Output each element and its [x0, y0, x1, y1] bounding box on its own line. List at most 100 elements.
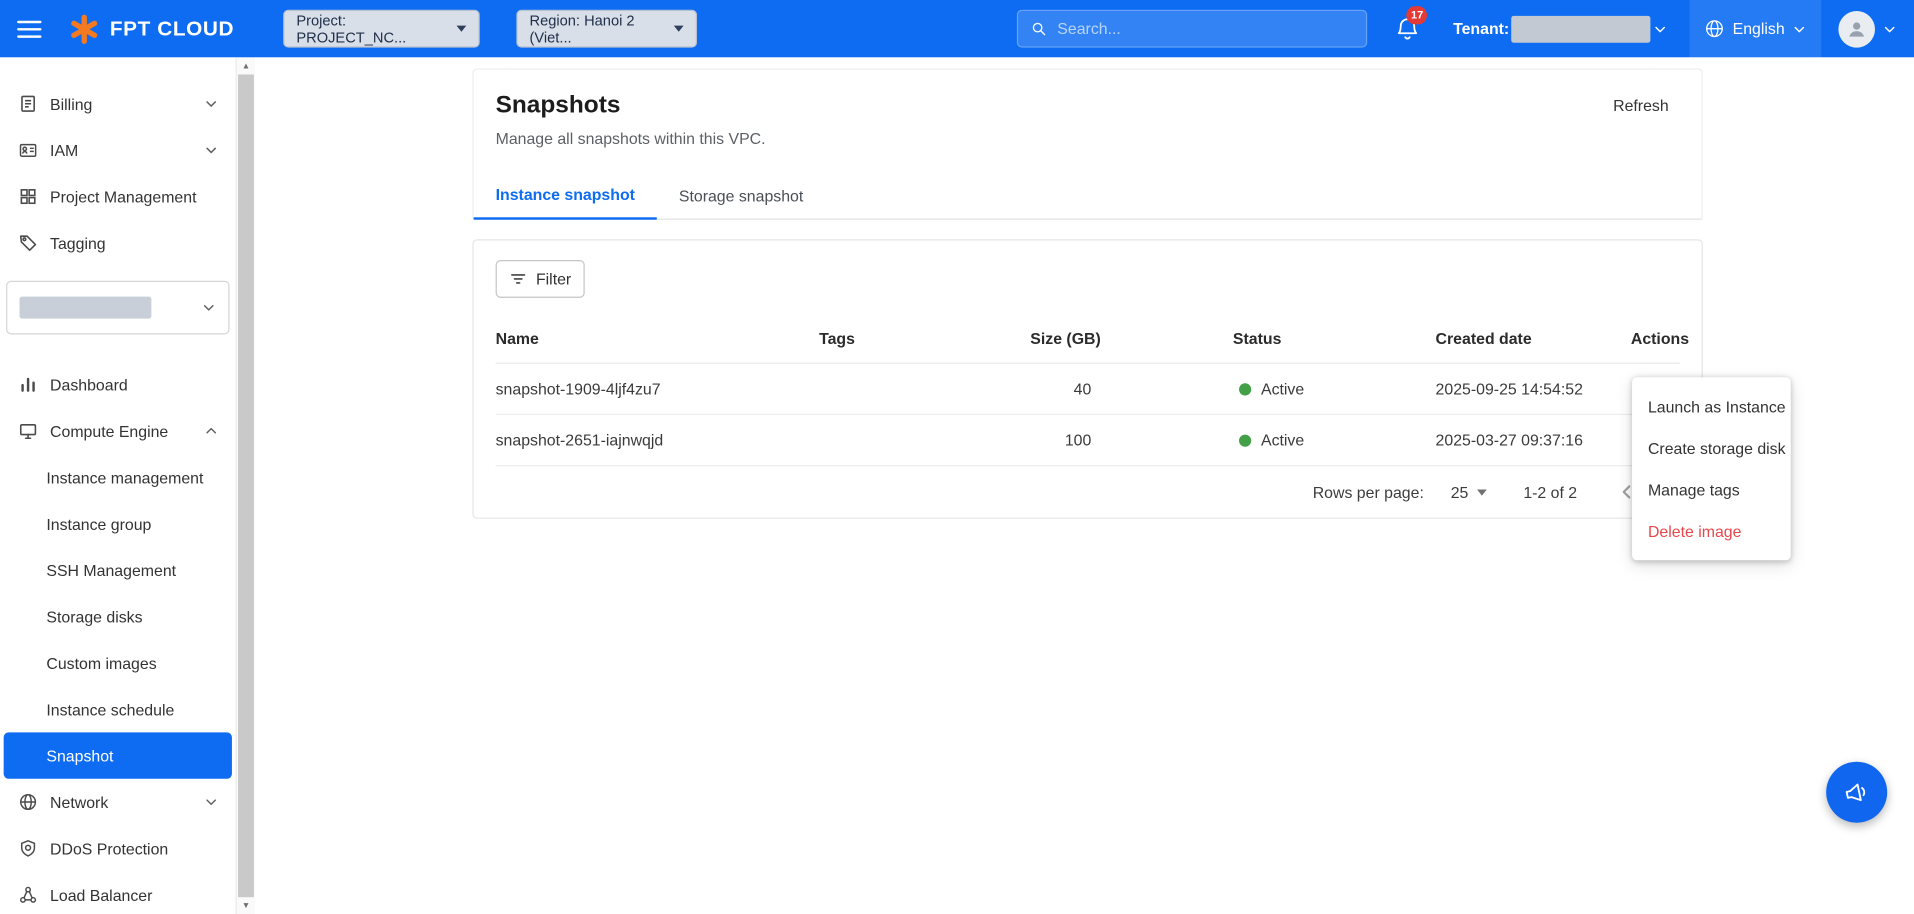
sidebar-item-instance-group[interactable]: Instance group: [0, 500, 236, 546]
network-icon: [17, 792, 38, 813]
sidebar-scrollbar[interactable]: ▲ ▼: [236, 57, 256, 914]
chevron-down-icon: [1792, 21, 1807, 36]
user-icon: [1846, 18, 1868, 40]
menu-item-create-storage-disk[interactable]: Create storage disk: [1632, 427, 1791, 469]
logo[interactable]: FPT CLOUD: [68, 13, 234, 45]
sidebar-item-instance-management[interactable]: Instance management: [0, 454, 236, 500]
search-box[interactable]: [1017, 10, 1367, 48]
avatar: [1838, 10, 1875, 47]
sidebar-item-project-management[interactable]: Project Management: [0, 173, 236, 219]
snapshot-name: snapshot-1909-4ljf4zu7: [496, 380, 819, 398]
tab-instance-snapshot[interactable]: Instance snapshot: [474, 171, 657, 220]
row-actions-menu: Launch as Instance Create storage disk M…: [1632, 377, 1791, 560]
status-label: Active: [1261, 380, 1304, 398]
sidebar-item-label: Instance management: [46, 468, 203, 486]
language-dropdown[interactable]: English: [1690, 0, 1821, 57]
rows-per-page-select[interactable]: 25: [1451, 483, 1487, 501]
announcements-fab[interactable]: [1826, 762, 1887, 823]
rows-per-page-value: 25: [1451, 483, 1469, 501]
sidebar-item-label: Load Balancer: [50, 886, 152, 904]
vpc-select-redacted: [20, 297, 152, 319]
sidebar-item-tagging[interactable]: Tagging: [0, 220, 236, 266]
sidebar-item-billing[interactable]: Billing: [0, 81, 236, 127]
sidebar-item-label: Tagging: [50, 234, 106, 252]
snapshots-table: Name Tags Size (GB) Status Created date …: [474, 315, 1702, 518]
status-label: Active: [1261, 431, 1304, 449]
page-subtitle: Manage all snapshots within this VPC.: [496, 129, 1680, 147]
tag-icon: [17, 233, 38, 254]
chevron-down-icon: [201, 300, 216, 315]
column-header-tags: Tags: [819, 330, 1030, 348]
sidebar-item-network[interactable]: Network: [0, 779, 236, 825]
snapshots-header-card: Snapshots Refresh Manage all snapshots w…: [472, 68, 1702, 219]
snapshot-tabs: Instance snapshot Storage snapshot: [474, 171, 1702, 220]
sidebar-item-snapshot-active[interactable]: Snapshot: [4, 732, 232, 778]
pagination: Rows per page: 25 1-2 of 2: [496, 466, 1680, 517]
table-row[interactable]: snapshot-2651-iajnwqjd 100 Active 2025-0…: [496, 415, 1680, 466]
sidebar-item-load-balancer[interactable]: Load Balancer: [0, 872, 236, 914]
status-badge: Active: [1233, 431, 1436, 449]
filter-icon: [509, 270, 527, 288]
sidebar-item-instance-schedule[interactable]: Instance schedule: [0, 686, 236, 732]
sidebar-item-compute-engine[interactable]: Compute Engine: [0, 408, 236, 454]
language-label: English: [1733, 20, 1785, 38]
menu-item-launch-as-instance[interactable]: Launch as Instance: [1632, 386, 1791, 428]
status-dot-icon: [1239, 434, 1251, 446]
sidebar-item-ssh-management[interactable]: SSH Management: [0, 547, 236, 593]
sidebar-item-label: Billing: [50, 95, 92, 113]
sidebar-item-label: Network: [50, 793, 108, 811]
billing-icon: [17, 93, 38, 114]
pagination-range: 1-2 of 2: [1523, 483, 1577, 501]
sidebar: Billing IAM Project Management: [0, 57, 236, 914]
sidebar-item-storage-disks[interactable]: Storage disks: [0, 593, 236, 639]
chevron-down-icon: [1653, 21, 1668, 36]
menu-item-manage-tags[interactable]: Manage tags: [1632, 469, 1791, 511]
sidebar-item-label: Custom images: [46, 654, 156, 672]
sidebar-item-label: Project Management: [50, 187, 196, 205]
project-dropdown[interactable]: Project: PROJECT_NC...: [283, 10, 480, 48]
scrollbar-thumb[interactable]: [238, 74, 254, 897]
search-icon: [1031, 20, 1048, 38]
sidebar-item-label: Compute Engine: [50, 422, 168, 440]
menu-item-delete-image[interactable]: Delete image: [1632, 510, 1791, 552]
topbar: FPT CLOUD Project: PROJECT_NC... Region:…: [0, 0, 1914, 57]
scrollbar-down-arrow-icon[interactable]: ▼: [237, 897, 255, 914]
page-title: Snapshots: [496, 92, 621, 120]
load-balancer-icon: [17, 884, 38, 905]
sidebar-item-label: Dashboard: [50, 375, 128, 393]
sidebar-item-custom-images[interactable]: Custom images: [0, 640, 236, 686]
sidebar-item-ddos-protection[interactable]: DDoS Protection: [0, 825, 236, 871]
snapshot-created-date: 2025-09-25 14:54:52: [1436, 380, 1631, 398]
sidebar-item-iam[interactable]: IAM: [0, 127, 236, 173]
column-header-size: Size (GB): [1030, 330, 1233, 348]
sidebar-item-dashboard[interactable]: Dashboard: [0, 361, 236, 407]
region-dropdown[interactable]: Region: Hanoi 2 (Viet...: [516, 10, 697, 48]
column-header-created: Created date: [1436, 330, 1631, 348]
chevron-down-icon: [1882, 21, 1897, 36]
notification-badge: 17: [1407, 5, 1428, 23]
filter-button-label: Filter: [536, 270, 571, 288]
search-input[interactable]: [1057, 20, 1354, 38]
tab-storage-snapshot[interactable]: Storage snapshot: [657, 171, 825, 220]
chevron-down-icon: [1477, 489, 1487, 495]
filter-button[interactable]: Filter: [496, 260, 585, 298]
megaphone-icon: [1839, 775, 1874, 810]
table-header-row: Name Tags Size (GB) Status Created date …: [496, 315, 1680, 364]
project-dropdown-label: Project: PROJECT_NC...: [296, 12, 456, 46]
scrollbar-up-arrow-icon[interactable]: ▲: [237, 57, 255, 74]
table-row[interactable]: snapshot-1909-4ljf4zu7 40 Active 2025-09…: [496, 364, 1680, 415]
vpc-select[interactable]: [6, 281, 229, 335]
tenant-dropdown[interactable]: Tenant:: [1453, 15, 1668, 42]
snapshot-name: snapshot-2651-iajnwqjd: [496, 431, 819, 449]
sidebar-item-label: Storage disks: [46, 607, 142, 625]
snapshot-size: 100: [1030, 431, 1233, 449]
menu-icon[interactable]: [17, 20, 41, 37]
snapshot-size: 40: [1030, 380, 1233, 398]
refresh-button[interactable]: Refresh: [1613, 96, 1669, 114]
user-menu[interactable]: [1838, 10, 1897, 47]
project-management-icon: [17, 186, 38, 207]
notifications-button[interactable]: 17: [1394, 15, 1421, 42]
status-dot-icon: [1239, 383, 1251, 395]
sidebar-item-label: Instance schedule: [46, 700, 174, 718]
chevron-down-icon: [456, 26, 466, 32]
